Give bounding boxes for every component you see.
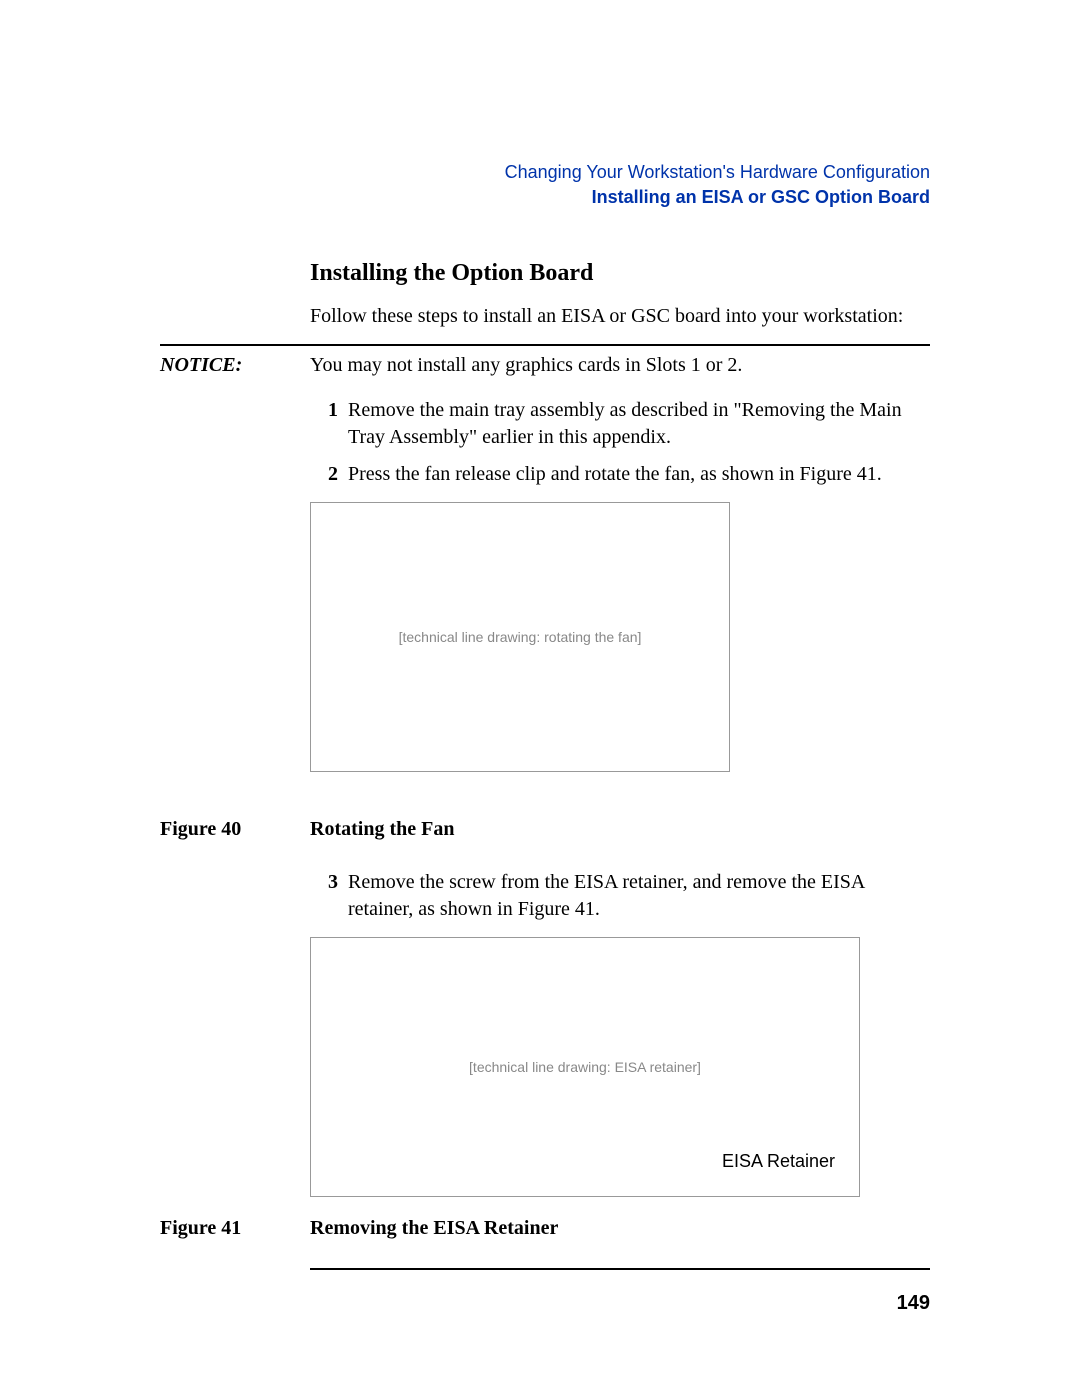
figure-image-placeholder: [technical line drawing: EISA retainer] … bbox=[310, 937, 860, 1197]
running-header: Changing Your Workstation's Hardware Con… bbox=[160, 160, 930, 210]
figure-41: [technical line drawing: EISA retainer] … bbox=[310, 937, 930, 1197]
notice-block: NOTICE: You may not install any graphics… bbox=[160, 354, 930, 377]
steps-column: 1 Remove the main tray assembly as descr… bbox=[310, 397, 930, 1315]
horizontal-rule-top bbox=[160, 344, 930, 354]
section-heading: Installing the Option Board bbox=[310, 260, 930, 287]
step-item: 2 Press the fan release clip and rotate … bbox=[310, 461, 930, 488]
step-item: 1 Remove the main tray assembly as descr… bbox=[310, 397, 930, 451]
figure-40: [technical line drawing: rotating the fa… bbox=[310, 502, 930, 772]
step-text: Remove the main tray assembly as describ… bbox=[348, 397, 930, 451]
figure-placeholder-text: [technical line drawing: EISA retainer] bbox=[469, 1059, 701, 1075]
figure-caption: Figure 41 Removing the EISA Retainer bbox=[160, 1217, 930, 1240]
intro-paragraph: Follow these steps to install an EISA or… bbox=[310, 305, 930, 328]
figure-placeholder-text: [technical line drawing: rotating the fa… bbox=[399, 629, 642, 645]
figure-label: Figure 40 bbox=[160, 818, 310, 841]
figure-label: Figure 41 bbox=[160, 1217, 310, 1240]
page-content: Changing Your Workstation's Hardware Con… bbox=[160, 160, 930, 1315]
figure-callout-label: EISA Retainer bbox=[722, 1151, 835, 1172]
step-list-continued: 3 Remove the screw from the EISA retaine… bbox=[310, 869, 930, 923]
figure-image-placeholder: [technical line drawing: rotating the fa… bbox=[310, 502, 730, 772]
step-text: Remove the screw from the EISA retainer,… bbox=[348, 869, 930, 923]
notice-label: NOTICE: bbox=[160, 354, 310, 377]
step-list: 1 Remove the main tray assembly as descr… bbox=[310, 397, 930, 488]
step-item: 3 Remove the screw from the EISA retaine… bbox=[310, 869, 930, 923]
figure-title: Removing the EISA Retainer bbox=[310, 1217, 558, 1240]
step-number: 1 bbox=[310, 397, 338, 451]
step-number: 2 bbox=[310, 461, 338, 488]
step-text: Press the fan release clip and rotate th… bbox=[348, 461, 930, 488]
section-title: Installing an EISA or GSC Option Board bbox=[160, 185, 930, 210]
step-number: 3 bbox=[310, 869, 338, 923]
main-column: Installing the Option Board Follow these… bbox=[310, 260, 930, 328]
page-number: 149 bbox=[310, 1292, 930, 1315]
figure-title: Rotating the Fan bbox=[310, 818, 454, 841]
figure-caption: Figure 40 Rotating the Fan bbox=[160, 818, 930, 841]
chapter-title: Changing Your Workstation's Hardware Con… bbox=[160, 160, 930, 185]
notice-text: You may not install any graphics cards i… bbox=[310, 354, 930, 377]
horizontal-rule-bottom bbox=[310, 1268, 930, 1270]
